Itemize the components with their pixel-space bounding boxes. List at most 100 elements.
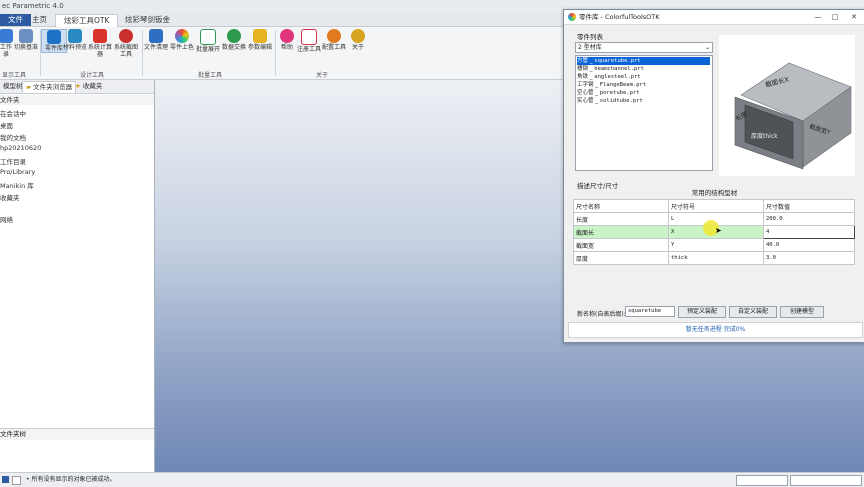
tree-item-manikin-library[interactable]: Manikin 库: [0, 180, 34, 190]
help-button[interactable]: 帮助: [275, 29, 299, 51]
dimension-name: 厚度: [573, 251, 669, 265]
tree-item-documents[interactable]: 我的文档: [0, 132, 26, 142]
dimension-value[interactable]: 200.0: [763, 212, 855, 226]
status-box[interactable]: [790, 475, 862, 486]
parts-library-icon: [47, 30, 61, 44]
dimension-name: 长度: [573, 212, 669, 226]
switch-datum-button[interactable]: 切换基准: [14, 29, 38, 51]
system-calculator-button[interactable]: 系统计算 器: [88, 29, 112, 58]
tree-item-computer[interactable]: hp20210620: [0, 144, 41, 152]
task-status: 暂无任务进程 完成0%: [568, 322, 863, 338]
tab-colorful-tools-otk[interactable]: 炫彩工具OTK: [55, 14, 119, 27]
dimension-value[interactable]: 40.0: [763, 238, 855, 252]
status-box-icon[interactable]: [12, 476, 21, 485]
column-header: 尺寸名称: [573, 199, 669, 213]
help-icon: [280, 29, 294, 43]
tree-item-in-session[interactable]: 在会话中: [0, 108, 26, 118]
close-button[interactable]: ✕: [847, 10, 861, 24]
create-model-button[interactable]: 创建模型: [780, 306, 824, 318]
config-icon: [327, 29, 341, 43]
group-label-display: 显示工具: [2, 72, 27, 79]
calculator-icon: [93, 29, 107, 43]
new-name-input[interactable]: squaretube: [625, 306, 675, 317]
dimension-value[interactable]: 3.0: [763, 251, 855, 265]
navigator-tabs: 模型树 ▰ 文件夹浏览器 ★ 收藏夹: [0, 80, 154, 94]
folder-header: 文件夹: [0, 95, 154, 105]
tree-item-pro-library[interactable]: Pro/Library: [0, 168, 35, 176]
list-item[interactable]: 实心管 _ solidtube.prt: [577, 97, 710, 105]
config-tool-button[interactable]: 配置工具: [322, 29, 346, 51]
custom-assembly-button[interactable]: 自定义装配: [729, 306, 777, 318]
status-message: • 所有没有显示的对象已被成功。: [26, 476, 116, 483]
list-item[interactable]: 槽钢 _ beamchannel.prt: [577, 65, 710, 73]
library-select-value: 2 型材库: [578, 44, 602, 51]
exchange-icon: [227, 29, 241, 43]
parts-library-dialog: 零件库 - ColorfulToolsOTK — □ ✕ 零件列表 2 型材库 …: [563, 9, 864, 343]
table-header-row: 尺寸名称 尺寸符号 尺寸数值: [573, 199, 855, 213]
expand-icon: [200, 29, 216, 45]
selection-filter-dropdown[interactable]: [736, 475, 788, 486]
cursor-arrow-icon: ➤: [715, 226, 722, 235]
star-icon: ★: [75, 82, 81, 90]
predefined-assembly-button[interactable]: 预定义装配: [678, 306, 726, 318]
material-preview-button[interactable]: 材料预览: [63, 29, 87, 51]
batch-expand-button[interactable]: 批量展开: [196, 29, 220, 53]
table-title: 常用的结构型材: [691, 189, 738, 197]
switch-icon: [19, 29, 33, 43]
dimension-value-editor[interactable]: 4: [763, 225, 855, 239]
list-item[interactable]: 角铁 _ anglesteel.prt: [577, 73, 710, 81]
table-row[interactable]: 厚度 thick 3.0: [573, 251, 855, 265]
part-list-label: 零件列表: [577, 33, 603, 41]
data-exchange-button[interactable]: 数据交换: [222, 29, 246, 51]
ribbon-separator: [142, 30, 143, 76]
color-wheel-icon: [175, 29, 189, 43]
column-header: 尺寸符号: [668, 199, 764, 213]
tab-sheet-metal[interactable]: 炫彩琴剑钣金: [117, 14, 178, 26]
part-color-button[interactable]: 零件上色: [170, 29, 194, 51]
maximize-button[interactable]: □: [828, 10, 842, 24]
material-icon: [68, 29, 82, 43]
dimension-symbol: Y: [668, 238, 764, 252]
tree-item-favorites[interactable]: 收藏夹: [0, 192, 20, 202]
app-title: ec Parametric 4.0: [2, 2, 64, 10]
screenshot-icon: [119, 29, 133, 43]
parameter-edit-button[interactable]: 参数编辑: [248, 29, 272, 51]
folder-icon: ▰: [26, 83, 31, 91]
tree-item-working-dir[interactable]: 工作目录: [0, 156, 26, 166]
broom-icon: [149, 29, 163, 43]
list-item[interactable]: 方管 _ squaretube.prt: [577, 57, 710, 65]
about-icon: [351, 29, 365, 43]
new-name-label: 新名称(自表后缀):: [577, 311, 626, 318]
tree-item-desktop[interactable]: 桌面: [0, 120, 13, 130]
minimize-button[interactable]: —: [811, 10, 825, 24]
tree-item-network[interactable]: 网络: [0, 214, 13, 224]
dimension-name: 截面长: [573, 225, 669, 239]
mouse-cursor-highlight: ➤: [703, 220, 722, 236]
tab-favorites[interactable]: ★ 收藏夹: [72, 81, 105, 92]
list-item[interactable]: 工字钢 _ FlangeBeam.prt: [577, 81, 710, 89]
dimension-name: 截面宽: [573, 238, 669, 252]
square-tube-illustration: 截面长X 长度 厚度thick 截面宽Y: [734, 62, 852, 170]
column-header: 尺寸数值: [763, 199, 855, 213]
dialog-title-bar: 零件库 - ColorfulToolsOTK — □ ✕: [564, 10, 864, 25]
label-thickness: 厚度thick: [751, 132, 778, 140]
list-item[interactable]: 空心管 _ poretube.prt: [577, 89, 710, 97]
system-screenshot-button[interactable]: 系统截图 工具: [114, 29, 138, 58]
status-icon: [2, 476, 9, 483]
group-label-batch: 批量工具: [198, 72, 223, 79]
table-row[interactable]: 截面宽 Y 40.0: [573, 238, 855, 252]
file-cleanup-button[interactable]: 文件清理: [144, 29, 168, 51]
folder-tree-footer[interactable]: 文件夹树: [0, 428, 154, 440]
app-logo-icon: [568, 13, 576, 21]
folder-icon: [0, 29, 13, 43]
tab-folder-browser[interactable]: ▰ 文件夹浏览器: [22, 81, 77, 93]
tab-home[interactable]: 主页: [24, 14, 55, 26]
navigator-panel: 模型树 ▰ 文件夹浏览器 ★ 收藏夹 文件夹 在会话中 桌面 我的文档 hp20…: [0, 80, 155, 472]
register-tool-button[interactable]: 注册工具: [297, 29, 321, 53]
part-preview-image: 截面长X 长度 厚度thick 截面宽Y: [719, 35, 855, 176]
library-select[interactable]: 2 型材库 ⌄: [575, 42, 713, 53]
about-button[interactable]: 关于: [346, 29, 370, 51]
part-list[interactable]: 方管 _ squaretube.prt 槽钢 _ beamchannel.prt…: [575, 55, 713, 171]
dimension-symbol: thick: [668, 251, 764, 265]
group-label-about: 关于: [316, 72, 329, 79]
